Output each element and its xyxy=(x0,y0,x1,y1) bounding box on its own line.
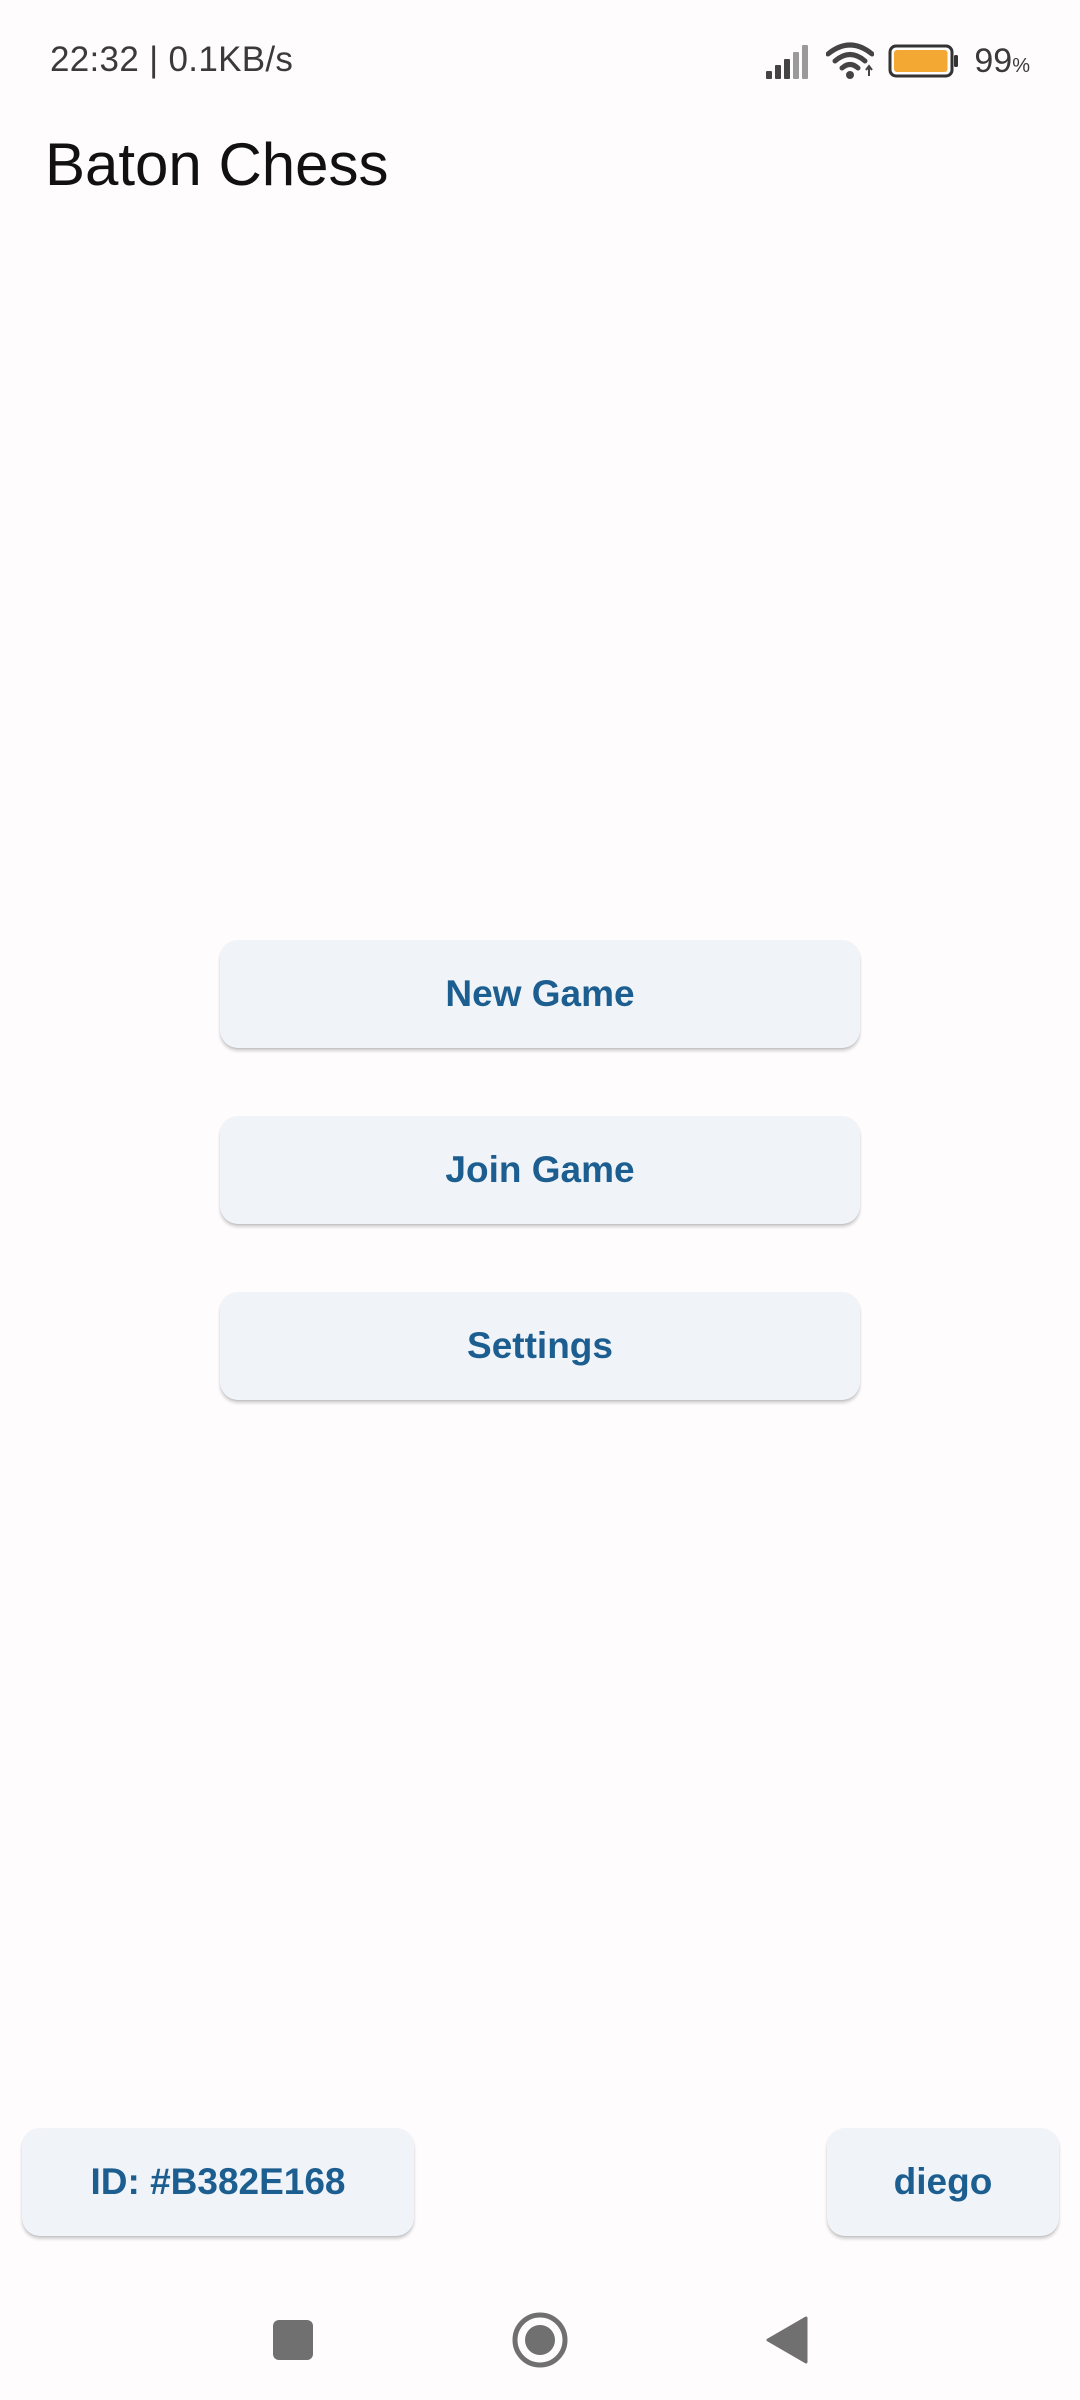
battery-percent: 99% xyxy=(974,41,1030,80)
wifi-icon xyxy=(826,42,875,80)
status-icons: 99% xyxy=(764,38,1030,84)
settings-button[interactable]: Settings xyxy=(220,1292,860,1400)
status-time-speed: 22:32 | 0.1KB/s xyxy=(50,40,294,79)
join-game-button[interactable]: Join Game xyxy=(220,1116,860,1224)
status-bar: 22:32 | 0.1KB/s 99% xyxy=(0,0,1080,125)
recent-apps-icon[interactable] xyxy=(253,2300,333,2380)
battery-icon xyxy=(888,44,960,78)
signal-icon xyxy=(764,43,812,79)
username-button[interactable]: diego xyxy=(827,2128,1059,2236)
back-icon[interactable] xyxy=(746,2300,826,2380)
player-id-button[interactable]: ID: #B382E168 xyxy=(22,2128,414,2236)
app-title: Baton Chess xyxy=(45,131,389,198)
system-navigation-bar xyxy=(0,2280,1080,2400)
home-icon[interactable] xyxy=(500,2300,580,2380)
new-game-button[interactable]: New Game xyxy=(220,940,860,1048)
